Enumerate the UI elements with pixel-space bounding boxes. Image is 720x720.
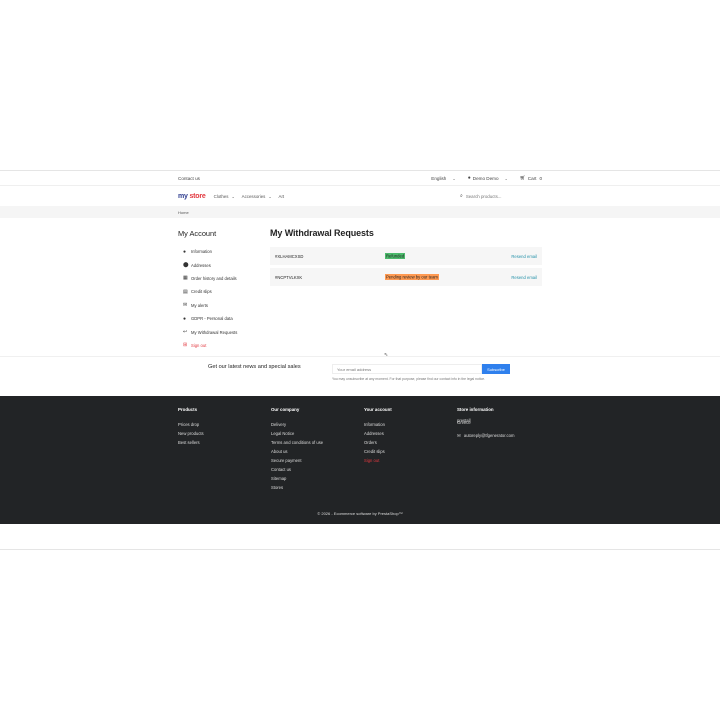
main-content: My Account ● Information ⬤ Addresses ▦ O… [178, 225, 542, 355]
request-reference: #XLHAMCXSD [275, 253, 304, 259]
cart-icon: 🛒︎ [519, 175, 526, 180]
location-pin-icon: ⬤ [183, 262, 189, 269]
withdrawal-requests-panel: My Withdrawal Requests #XLHAMCXSD Refund… [270, 225, 542, 355]
cart-count: 0 [539, 175, 542, 181]
user-icon: ● [183, 315, 187, 322]
footer-sign-out-link[interactable]: Sign out [364, 458, 457, 467]
language-selector[interactable]: English ⌄ [431, 176, 455, 181]
footer-link[interactable]: Best sellers [178, 440, 271, 449]
sidebar-title: My Account [178, 229, 217, 238]
chevron-down-icon: ⌄ [504, 175, 508, 181]
status-badge: Refunded [385, 253, 406, 259]
user-name: Demo Demo [472, 175, 499, 181]
top-bar: Contact us English ⌄ ● Demo Demo ⌄ 🛒︎ Ca… [0, 171, 720, 185]
sidebar-item-sign-out[interactable]: ⊞ Sign out [183, 339, 270, 352]
footer-link[interactable]: Prices drop [178, 422, 271, 431]
mail-icon: ✉ [183, 302, 188, 309]
resend-email-link[interactable]: Resend email [511, 275, 537, 280]
sidebar-item-withdrawal-requests[interactable]: ↩ My Withdrawal Requests [183, 325, 270, 338]
footer-link[interactable]: Stores [271, 485, 364, 494]
search-icon: ⌕ [460, 193, 463, 199]
subscribe-button[interactable]: Subscribe [482, 364, 510, 374]
chevron-down-icon: ⌄ [452, 175, 456, 181]
calendar-icon: ▦ [183, 275, 188, 282]
language-label: English [431, 175, 447, 181]
page-title: My Withdrawal Requests [270, 228, 374, 238]
nav-accessories[interactable]: Accessories ⌄ [242, 194, 272, 199]
table-row: #XLHAMCXSD Refunded Resend email [270, 247, 542, 265]
user-icon: ● [467, 175, 471, 181]
sidebar-item-information[interactable]: ● Information [183, 245, 270, 258]
footer-link[interactable]: About us [271, 449, 364, 458]
nav-clothes[interactable]: Clothes ⌄ [214, 194, 235, 199]
sidebar-item-order-history[interactable]: ▦ Order history and details [183, 272, 270, 285]
footer-link[interactable]: New products [178, 431, 271, 440]
footer-products: Products Prices drop New products Best s… [178, 407, 271, 494]
footer-link[interactable]: Addresses [364, 431, 457, 440]
sidebar-item-addresses[interactable]: ⬤ Addresses [183, 258, 270, 271]
footer-heading: Products [178, 407, 198, 412]
footer-link[interactable]: Information [364, 422, 457, 431]
chevron-down-icon: ⌄ [231, 194, 235, 199]
footer-link[interactable]: Secure payment [271, 458, 364, 467]
table-row: #NCPTVLKXK Pending review by our team Re… [270, 268, 542, 286]
mail-icon: ✉ [457, 432, 461, 438]
footer-heading: Your account [364, 407, 392, 412]
newsletter-email-input[interactable]: Your email address [332, 364, 482, 374]
nav-art[interactable]: Art [279, 194, 285, 199]
credit-slip-icon: ▤ [183, 288, 188, 295]
browser-page: Contact us English ⌄ ● Demo Demo ⌄ 🛒︎ Ca… [0, 170, 720, 550]
newsletter-title: Get our latest news and special sales [208, 364, 301, 370]
footer-account: Your account Information Addresses Order… [364, 407, 457, 494]
breadcrumb: Home [0, 206, 720, 218]
newsletter-form: Your email address Subscribe You may uns… [332, 364, 512, 396]
user-account-link[interactable]: ● Demo Demo ⌄ [468, 175, 508, 181]
main-header: my store Clothes ⌄ Accessories ⌄ Art ⌕ S… [0, 185, 720, 206]
breadcrumb-home[interactable]: Home [178, 210, 189, 215]
account-sidebar: My Account ● Information ⬤ Addresses ▦ O… [178, 225, 270, 355]
footer-link[interactable]: Orders [364, 440, 457, 449]
site-footer: Products Prices drop New products Best s… [0, 396, 720, 524]
sidebar-item-my-alerts[interactable]: ✉ My alerts [183, 299, 270, 312]
chevron-down-icon: ⌄ [268, 194, 272, 199]
cart-label: Cart [527, 175, 537, 181]
newsletter-section: Get our latest news and special sales Yo… [0, 356, 720, 396]
resend-email-link[interactable]: Resend email [511, 254, 537, 259]
cart-link[interactable]: 🛒︎ Cart 0 [520, 175, 542, 181]
copyright[interactable]: © 2026 - Ecommerce software by PrestaSho… [0, 511, 720, 516]
search-input[interactable]: Search products... [466, 194, 502, 199]
footer-heading: Our company [271, 407, 300, 412]
sidebar-item-gdpr[interactable]: ● GDPR - Personal data [183, 312, 270, 325]
sidebar-item-credit-slips[interactable]: ▤ Credit slips [183, 285, 270, 298]
footer-link[interactable]: Sitemap [271, 476, 364, 485]
footer-link[interactable]: Legal Notice [271, 431, 364, 440]
main-nav: Clothes ⌄ Accessories ⌄ Art [214, 194, 292, 199]
store-country: Greece [457, 420, 471, 426]
footer-company: Our company Delivery Legal Notice Terms … [271, 407, 364, 494]
footer-store-info: Store information prestall Greece ✉ auto… [457, 407, 550, 494]
footer-link[interactable]: Credit slips [364, 449, 457, 458]
sign-out-icon: ⊞ [183, 342, 188, 349]
return-arrow-icon: ↩ [183, 329, 188, 336]
contact-us-link[interactable]: Contact us [178, 176, 200, 181]
user-icon: ● [183, 248, 187, 255]
footer-link[interactable]: Contact us [271, 467, 364, 476]
store-logo[interactable]: my store [178, 193, 206, 200]
footer-link[interactable]: Delivery [271, 422, 364, 431]
status-badge: Pending review by our team [385, 274, 439, 280]
footer-heading: Store information [457, 407, 494, 412]
store-email[interactable]: ✉ autoreply@tfgenerator.com [457, 433, 550, 439]
newsletter-note: You may unsubscribe at any moment. For t… [332, 377, 486, 381]
search-box[interactable]: ⌕ Search products... [460, 193, 542, 199]
footer-link[interactable]: Terms and conditions of use [271, 440, 364, 449]
request-reference: #NCPTVLKXK [275, 274, 303, 280]
